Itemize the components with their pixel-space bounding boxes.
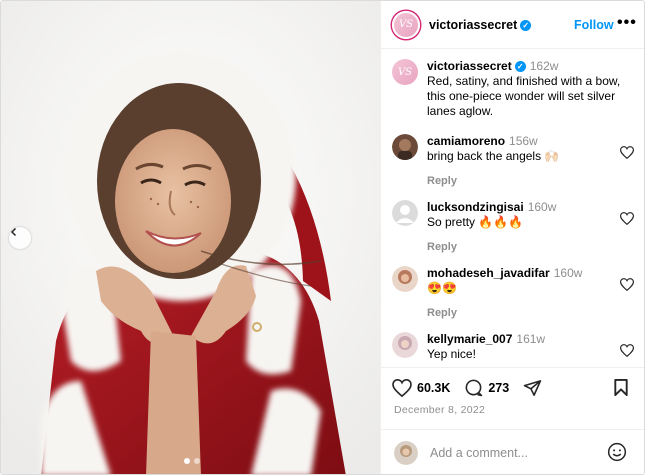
comment-username[interactable]: kellymarie_007 — [427, 332, 512, 346]
verified-badge-icon: ✓ — [520, 19, 532, 31]
header-username-text: victoriassecret — [429, 17, 518, 32]
add-comment-bar — [381, 429, 644, 474]
logo-text: VS — [398, 19, 414, 30]
header-username[interactable]: victoriassecret ✓ — [429, 17, 532, 32]
carousel-dot-active — [184, 458, 190, 464]
comment-avatar[interactable] — [392, 266, 418, 292]
action-bar: 60.3K 273 — [392, 378, 556, 397]
post-caption: VS victoriassecret ✓ 162w Red, satiny, and… — [392, 59, 642, 119]
comment-item: mohadeseh_javadifar 160w 😍😍 Reply — [392, 266, 642, 321]
bookmark-icon[interactable] — [613, 378, 629, 397]
comment-button[interactable]: 273 — [464, 378, 509, 397]
smiley-icon[interactable] — [607, 442, 627, 462]
caption-username[interactable]: victoriassecret ✓ — [427, 59, 526, 73]
comment-username[interactable]: camiamoreno — [427, 134, 505, 148]
post-image[interactable] — [1, 1, 380, 474]
comment-text: 😍😍 — [427, 281, 457, 295]
comment-avatar[interactable] — [392, 200, 418, 226]
caption-text: Red, satiny, and finished with a bow, th… — [427, 74, 621, 118]
comments-count[interactable]: 273 — [488, 381, 509, 395]
comment-like-heart-icon[interactable] — [620, 146, 634, 159]
caption-avatar[interactable]: VS — [392, 59, 418, 85]
chevron-left-icon — [10, 227, 17, 237]
comment-username[interactable]: lucksondzingisai — [427, 200, 524, 214]
comment-time[interactable]: 156w — [509, 134, 538, 148]
comment-text: bring back the angels 🙌🏻 — [427, 149, 560, 163]
comment-body: kellymarie_007 161w Yep nice! — [427, 332, 607, 362]
comment-body: camiamoreno 156w bring back the angels 🙌🏻… — [427, 134, 607, 189]
comment-like-heart-icon[interactable] — [620, 344, 634, 357]
caption-time[interactable]: 162w — [530, 59, 559, 73]
comment-like-heart-icon[interactable] — [620, 278, 634, 291]
paper-plane-icon — [524, 379, 542, 396]
post-modal: VS victoriassecret ✓ Follow ••• VS victor… — [0, 0, 645, 475]
reply-button[interactable]: Reply — [427, 306, 607, 321]
comment-text: So pretty 🔥🔥🔥 — [427, 215, 524, 229]
verified-badge-icon: ✓ — [514, 61, 526, 73]
reply-button[interactable]: Reply — [427, 240, 607, 255]
comment-like-heart-icon[interactable] — [620, 212, 634, 225]
heart-icon — [392, 378, 412, 397]
previous-image-button[interactable] — [9, 227, 31, 249]
photo-illustration — [1, 1, 380, 474]
comment-body: lucksondzingisai 160w So pretty 🔥🔥🔥 Reply — [427, 200, 607, 255]
more-options-icon[interactable]: ••• — [617, 14, 637, 32]
comment-time[interactable]: 161w — [516, 332, 545, 346]
account-avatar[interactable]: VS — [392, 10, 420, 39]
comment-item: camiamoreno 156w bring back the angels 🙌🏻… — [392, 134, 642, 189]
current-user-avatar[interactable] — [394, 441, 418, 465]
comment-time[interactable]: 160w — [554, 266, 583, 280]
post-details-panel: VS victoriassecret ✓ Follow ••• VS victor… — [380, 1, 644, 474]
comment-input[interactable] — [430, 446, 600, 460]
comment-item: kellymarie_007 161w Yep nice! — [392, 332, 642, 362]
follow-button[interactable]: Follow — [574, 18, 614, 32]
carousel-indicator — [184, 458, 200, 464]
logo-text: VS — [397, 66, 413, 78]
avatar-image — [392, 134, 418, 160]
avatar-image — [392, 266, 418, 292]
share-button[interactable] — [523, 379, 542, 397]
likes-count[interactable]: 60.3K — [417, 381, 450, 395]
comment-avatar[interactable] — [392, 332, 418, 358]
post-actions-section: 60.3K 273 December 8, 2022 — [381, 367, 644, 429]
carousel-dot — [194, 458, 200, 464]
avatar-image — [394, 441, 418, 465]
comment-time[interactable]: 160w — [528, 200, 557, 214]
caption-username-text: victoriassecret — [427, 59, 512, 73]
comment-username[interactable]: mohadeseh_javadifar — [427, 266, 550, 280]
comment-avatar[interactable] — [392, 134, 418, 160]
comment-text: Yep nice! — [427, 347, 476, 361]
post-date[interactable]: December 8, 2022 — [394, 404, 485, 416]
comment-body: mohadeseh_javadifar 160w 😍😍 Reply — [427, 266, 607, 321]
avatar-image — [392, 332, 418, 358]
reply-button[interactable]: Reply — [427, 174, 607, 189]
comment-bubble-icon — [465, 379, 483, 397]
comment-item: lucksondzingisai 160w So pretty 🔥🔥🔥 Reply — [392, 200, 642, 255]
default-avatar-icon — [392, 200, 418, 226]
caption-body: victoriassecret ✓ 162w Red, satiny, and fi… — [427, 59, 642, 119]
like-button[interactable]: 60.3K — [392, 378, 450, 397]
post-header: VS victoriassecret ✓ Follow ••• — [381, 1, 644, 49]
